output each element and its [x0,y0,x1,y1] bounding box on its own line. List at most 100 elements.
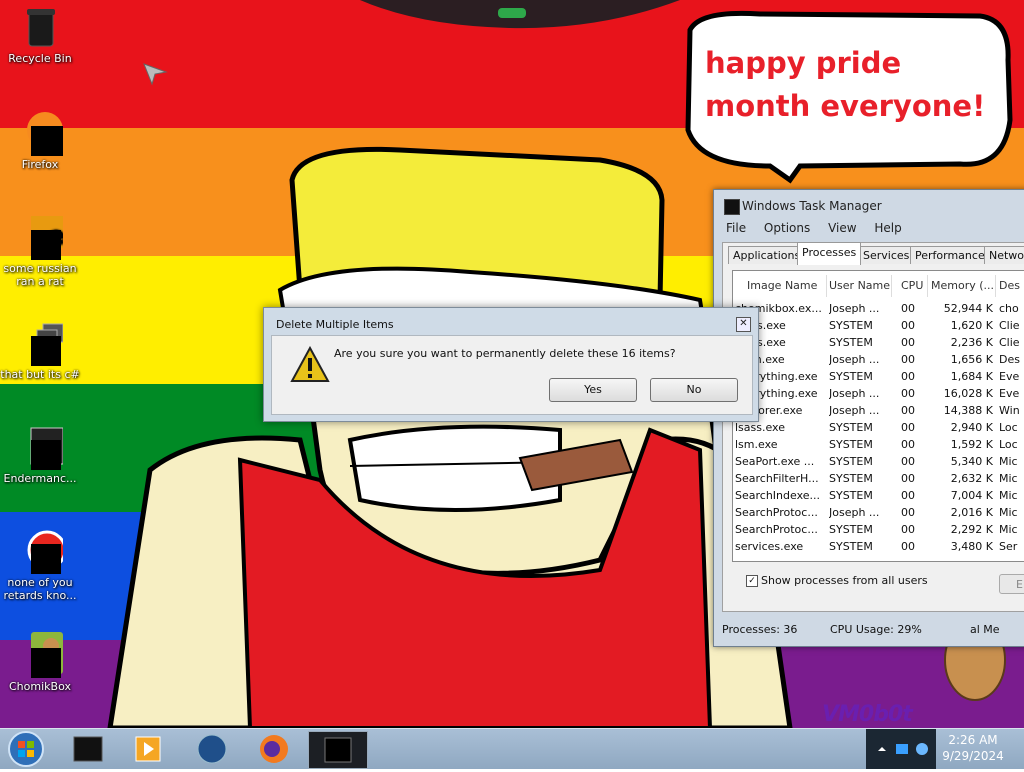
process-image-name: SearchFilterH... [735,472,819,485]
column-memory[interactable]: Memory (... [931,279,994,292]
process-cpu: 00 [901,540,915,553]
tab-processes[interactable]: Processes [797,242,862,265]
process-cpu: 00 [901,472,915,485]
process-user-name: Joseph ... [829,404,880,417]
process-row[interactable]: Everything.exe Joseph ... 00 16,028 K Eve [733,386,1024,403]
process-cpu: 00 [901,302,915,315]
task-manager-app-icon [724,199,740,215]
show-all-processes-checkbox[interactable]: ✓ Show processes from all users [746,574,928,587]
process-image-name: SeaPort.exe ... [735,455,815,468]
process-description: Mic [999,472,1018,485]
process-user-name: Joseph ... [829,353,880,366]
process-cpu: 00 [901,404,915,417]
warning-icon [290,346,330,382]
menu-file[interactable]: File [726,221,746,235]
no-button[interactable]: No [650,378,738,402]
process-cpu: 00 [901,370,915,383]
process-memory: 2,016 K [950,506,993,519]
task-manager-window[interactable]: Windows Task Manager File Options View H… [713,189,1024,647]
process-row[interactable]: services.exe SYSTEM 00 3,480 K Ser [733,539,1024,556]
column-description[interactable]: Des [999,279,1020,292]
process-row[interactable]: explorer.exe Joseph ... 00 14,388 K Win [733,403,1024,420]
column-user-name[interactable]: User Name [829,279,890,292]
menu-help[interactable]: Help [874,221,901,235]
desktop-icon-firefox[interactable]: Firefox [0,110,80,171]
menu-options[interactable]: Options [764,221,810,235]
status-processes: Processes: 36 [722,623,798,636]
end-process-button[interactable]: E [999,574,1024,594]
process-user-name: SYSTEM [829,370,873,383]
process-row[interactable]: lsass.exe SYSTEM 00 2,940 K Loc [733,420,1024,437]
globe-icon [197,734,227,764]
process-description: Eve [999,370,1020,383]
process-row[interactable]: lsm.exe SYSTEM 00 1,592 K Loc [733,437,1024,454]
window-stack-icon [17,320,64,366]
process-row[interactable]: SearchProtoc... Joseph ... 00 2,016 K Mic [733,505,1024,522]
desktop-icon-that-but-its-csharp[interactable]: that but its c# [0,320,80,381]
speech-bubble-text: happy pride month everyone! [705,46,986,123]
process-list-header: Image Name User Name CPU Memory (... Des [733,275,1024,297]
process-memory: 2,292 K [950,523,993,536]
process-cpu: 00 [901,506,915,519]
process-cpu: 00 [901,438,915,451]
process-list[interactable]: Image Name User Name CPU Memory (... Des… [732,270,1024,562]
process-row[interactable]: csrss.exe SYSTEM 00 2,236 K Clie [733,335,1024,352]
menu-view[interactable]: View [828,221,856,235]
desktop-icon-label: Endermanc... [3,472,77,485]
process-cpu: 00 [901,336,915,349]
delete-confirmation-dialog[interactable]: Delete Multiple Items ✕ Are you sure you… [263,307,759,422]
tab-networking[interactable]: Network [984,246,1024,264]
process-row[interactable]: dwm.exe Joseph ... 00 1,656 K Des [733,352,1024,369]
yes-button[interactable]: Yes [549,378,637,402]
tab-services[interactable]: Services [858,246,915,264]
task-manager-title: Windows Task Manager [742,199,882,213]
process-row[interactable]: Everything.exe SYSTEM 00 1,684 K Eve [733,369,1024,386]
desktop-icon-some-russian-ran-a-rat[interactable]: e some russian ran a rat [0,214,80,288]
process-memory: 1,684 K [950,370,993,383]
process-description: Mic [999,455,1018,468]
process-row[interactable]: SeaPort.exe ... SYSTEM 00 5,340 K Mic [733,454,1024,471]
taskbar-app-media-player[interactable] [122,731,174,767]
process-row[interactable]: SearchIndexe... SYSTEM 00 7,004 K Mic [733,488,1024,505]
windows-logo-icon [8,731,44,767]
taskbar-app-task-manager[interactable] [308,731,368,769]
process-cpu: 00 [901,319,915,332]
task-manager-menubar: File Options View Help [726,221,916,235]
process-user-name: SYSTEM [829,489,873,502]
process-row[interactable]: chomikbox.ex... Joseph ... 00 52,944 Kcho [733,301,1024,318]
taskbar-app-firefox[interactable] [248,731,300,767]
taskbar-app-console[interactable] [62,731,114,767]
process-user-name: SYSTEM [829,319,873,332]
desktop-icon-endermanch[interactable]: Endermanc... [0,424,80,485]
desktop-icon-none-of-you[interactable]: none of you retards kno... [0,528,80,602]
console-icon [73,736,103,762]
desktop-icon-recycle-bin[interactable]: Recycle Bin [0,4,80,65]
process-memory: 7,004 K [950,489,993,502]
desktop-icon-label: Recycle Bin [8,52,72,65]
process-description: Mic [999,506,1018,519]
process-row[interactable]: csrss.exe SYSTEM 00 1,620 K Clie [733,318,1024,335]
process-image-name: lsass.exe [735,421,785,434]
process-image-name: lsm.exe [735,438,778,451]
process-cpu: 00 [901,455,915,468]
desktop-icon-chomikbox[interactable]: ChomikBox [0,632,80,693]
tab-performance[interactable]: Performance [910,246,990,264]
column-image-name[interactable]: Image Name [747,279,817,292]
close-icon[interactable]: ✕ [736,317,751,332]
process-memory: 52,944 K [943,302,993,315]
process-row[interactable]: SearchProtoc... SYSTEM 00 2,292 K Mic [733,522,1024,539]
process-description: Clie [999,336,1020,349]
process-image-name: services.exe [735,540,804,553]
dialog-message: Are you sure you want to permanently del… [334,347,676,360]
process-memory: 14,388 K [943,404,993,417]
process-memory: 3,480 K [950,540,993,553]
process-row[interactable]: SearchFilterH... SYSTEM 00 2,632 K Mic [733,471,1024,488]
tray-clock[interactable]: 2:26 AM 9/29/2024 [940,732,1006,764]
column-cpu[interactable]: CPU [901,279,923,292]
firefox-icon [260,735,288,763]
taskbar-app-browser[interactable] [186,731,238,767]
process-description: Mic [999,489,1018,502]
tab-applications[interactable]: Applications [728,246,806,264]
start-button[interactable] [6,730,46,768]
process-description: Ser [999,540,1018,553]
